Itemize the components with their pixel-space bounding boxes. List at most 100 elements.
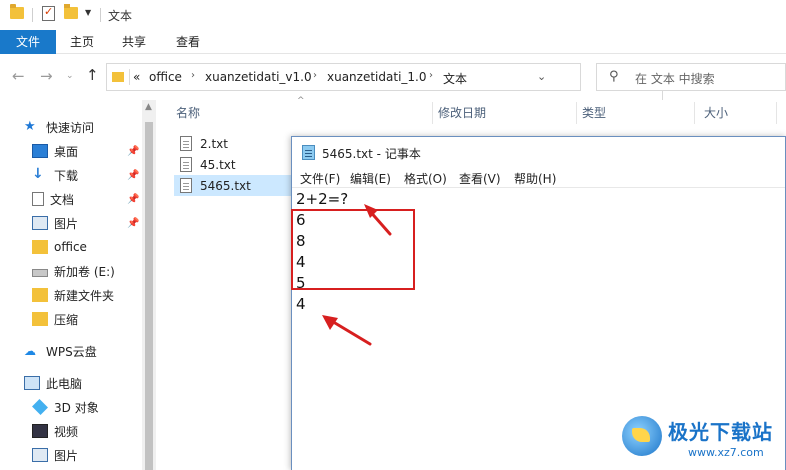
document-icon <box>32 192 44 206</box>
menu-help[interactable]: 帮助(H) <box>514 170 556 187</box>
address-dropdown-icon[interactable]: ⌄ <box>537 70 546 83</box>
text-file-icon <box>180 178 192 193</box>
sidebar-item-pictures-pc[interactable]: 图片 <box>32 444 78 466</box>
watermark-url: www.xz7.com <box>688 446 764 459</box>
sidebar-item-downloads[interactable]: ↓ 下载 <box>32 164 78 186</box>
sidebar-item-label: 此电脑 <box>46 376 83 391</box>
ribbon-tabs: 文件 主页 共享 查看 <box>0 30 786 54</box>
menu-file[interactable]: 文件(F) <box>300 170 340 187</box>
sidebar-item-label: 下载 <box>54 168 79 183</box>
menu-view[interactable]: 查看(V) <box>459 170 501 187</box>
sidebar-item-label: 文档 <box>50 192 75 207</box>
download-icon: ↓ <box>32 166 44 182</box>
sidebar-item-label: 视频 <box>54 424 79 439</box>
sidebar-item-label: 新建文件夹 <box>54 288 115 303</box>
sidebar-item-office[interactable]: office <box>32 236 87 258</box>
pin-icon[interactable]: 📌 <box>127 218 139 229</box>
tab-file[interactable]: 文件 <box>0 30 56 54</box>
notepad-icon <box>302 145 315 160</box>
sidebar-item-this-pc[interactable]: 此电脑 <box>24 372 82 394</box>
column-header-name[interactable]: 名称 <box>176 104 200 121</box>
folder-icon <box>32 240 48 254</box>
notepad-title-bar[interactable]: 5465.txt - 记事本 <box>292 137 785 167</box>
pin-icon[interactable]: 📌 <box>127 146 139 157</box>
column-header-modified[interactable]: 修改日期 <box>438 104 486 121</box>
tab-share[interactable]: 共享 <box>114 30 154 54</box>
sidebar-item-videos[interactable]: 视频 <box>32 420 78 442</box>
divider <box>129 69 130 85</box>
sidebar-item-label: 压缩 <box>54 312 79 327</box>
text-line: 2+2=? <box>296 190 349 208</box>
sidebar-item-wps-cloud[interactable]: ☁ WPS云盘 <box>24 340 97 362</box>
divider <box>694 102 695 124</box>
menu-format[interactable]: 格式(O) <box>404 170 447 187</box>
sidebar-item-new-folder[interactable]: 新建文件夹 <box>32 284 114 306</box>
cloud-icon: ☁ <box>24 344 36 358</box>
breadcrumb-separator-icon[interactable]: › <box>191 70 195 81</box>
navigation-pane: ★ 快速访问 桌面 📌 ↓ 下载 📌 文档 📌 图片 📌 office 新加卷 … <box>0 100 156 470</box>
sidebar-item-quick-access[interactable]: ★ 快速访问 <box>24 116 94 138</box>
pictures-icon <box>32 216 48 230</box>
properties-icon[interactable] <box>42 5 55 21</box>
new-folder-icon[interactable] <box>64 4 78 19</box>
sidebar-item-label: 3D 对象 <box>54 400 99 415</box>
notepad-title: 5465.txt - 记事本 <box>322 147 421 161</box>
breadcrumb-overflow[interactable]: « <box>133 70 140 84</box>
sidebar-item-documents[interactable]: 文档 <box>32 188 74 210</box>
text-file-icon <box>180 157 192 172</box>
search-box[interactable]: ⚲ 在 文本 中搜索 <box>596 63 786 91</box>
breadcrumb-current[interactable]: 文本 <box>443 70 467 87</box>
sidebar-item-compress[interactable]: 压缩 <box>32 308 78 330</box>
folder-icon <box>32 312 48 326</box>
divider <box>576 102 577 124</box>
sidebar-item-volume-e[interactable]: 新加卷 (E:) <box>32 260 115 282</box>
divider <box>100 8 101 22</box>
quick-access-dropdown-icon[interactable]: ▼ <box>85 8 91 17</box>
highlight-box <box>291 209 415 290</box>
column-header-type[interactable]: 类型 <box>582 104 606 121</box>
scrollbar-thumb[interactable] <box>145 122 153 470</box>
forward-icon[interactable]: → <box>40 67 53 85</box>
3d-objects-icon <box>32 399 48 415</box>
divider <box>776 102 777 124</box>
sidebar-item-desktop[interactable]: 桌面 <box>32 140 78 162</box>
desktop-icon <box>32 144 48 158</box>
sidebar-item-label: 新加卷 (E:) <box>54 264 115 279</box>
breadcrumb-separator-icon[interactable]: › <box>313 70 317 81</box>
sidebar-item-pictures[interactable]: 图片 <box>32 212 78 234</box>
tab-view[interactable]: 查看 <box>168 30 208 54</box>
sidebar-item-label: office <box>54 240 87 254</box>
pin-icon[interactable]: 📌 <box>127 170 139 181</box>
sidebar-scrollbar[interactable]: ▲ <box>142 100 156 470</box>
column-header-size[interactable]: 大小 <box>704 104 728 121</box>
tab-home[interactable]: 主页 <box>62 30 102 54</box>
window-title: 文本 <box>108 9 133 23</box>
up-icon[interactable]: ↑ <box>86 66 99 84</box>
menu-edit[interactable]: 编辑(E) <box>350 170 391 187</box>
sidebar-item-label: 图片 <box>54 448 79 463</box>
folder-icon <box>112 72 124 82</box>
video-icon <box>32 424 48 438</box>
text-file-icon <box>180 136 192 151</box>
folder-icon <box>32 288 48 302</box>
address-bar[interactable]: « office › xuanzetidati_v1.0 › xuanzetid… <box>106 63 681 100</box>
recent-locations-icon[interactable]: ⌄ <box>66 71 74 81</box>
sidebar-item-label: WPS云盘 <box>46 344 97 359</box>
breadcrumb-xuanzetidati-v1[interactable]: xuanzetidati_v1.0 <box>205 70 312 84</box>
back-icon[interactable]: ← <box>12 67 25 85</box>
pin-icon[interactable]: 📌 <box>127 194 139 205</box>
sidebar-item-3d-objects[interactable]: 3D 对象 <box>32 396 99 418</box>
watermark-text: 极光下载站 <box>668 420 773 444</box>
annotation-arrow-icon <box>364 204 392 236</box>
breadcrumb-separator-icon[interactable]: › <box>429 70 433 81</box>
watermark: 极光下载站 www.xz7.com <box>618 414 786 470</box>
folder-icon <box>10 4 24 19</box>
breadcrumb-xuanzetidati-1[interactable]: xuanzetidati_1.0 <box>327 70 426 84</box>
search-input[interactable]: 在 文本 中搜索 <box>635 70 715 87</box>
star-icon: ★ <box>24 119 36 134</box>
drive-icon <box>32 268 48 277</box>
text-line: 4 <box>296 295 306 313</box>
divider <box>432 102 433 124</box>
scroll-up-icon[interactable]: ▲ <box>145 102 152 112</box>
breadcrumb-office[interactable]: office <box>149 70 182 84</box>
